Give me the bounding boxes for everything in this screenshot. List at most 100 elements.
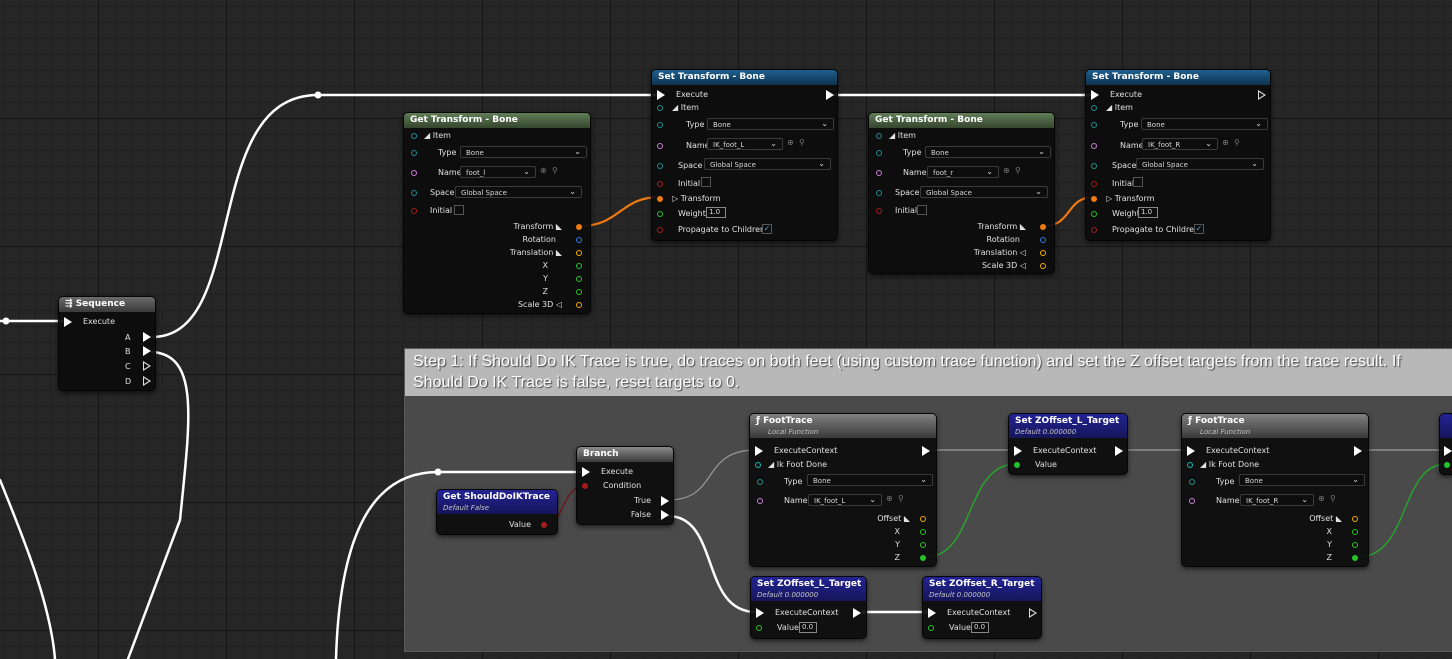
weight-input[interactable]: 1.0	[1138, 207, 1158, 218]
value-input-pin[interactable]	[756, 625, 762, 631]
node-title[interactable]: Set Transform - Bone	[652, 70, 837, 85]
type-dropdown[interactable]: Bone ⌄	[707, 118, 834, 130]
transform-output-pin[interactable]	[1040, 224, 1046, 230]
sequence-node[interactable]: ⇶ Sequence Execute A B C D	[58, 296, 156, 391]
item-pin[interactable]	[411, 133, 417, 139]
foot-trace-left-node[interactable]: ƒ FootTrace Local Function ExecuteContext…	[749, 413, 937, 567]
initial-checkbox[interactable]	[454, 205, 464, 215]
name-dropdown[interactable]: IK_foot_R ⌄	[1142, 138, 1218, 150]
node-header[interactable]: Set ZOffset_L_Target Default 0.000000	[751, 577, 866, 601]
value-input[interactable]: 0.0	[971, 622, 989, 633]
type-pin[interactable]	[757, 479, 763, 485]
exec-output-d-pin[interactable]	[143, 376, 151, 386]
exec-output-pin[interactable]	[1354, 446, 1362, 456]
z-pin[interactable]	[576, 289, 582, 295]
set-zoffset-r-target-bottom-node[interactable]: Set ZOffset_R_Target Default 0.000000 Exe…	[922, 576, 1042, 639]
weight-pin[interactable]	[1091, 211, 1097, 217]
exec-output-a-pin[interactable]	[143, 332, 151, 342]
browse-icon[interactable]: ⊕	[540, 166, 547, 175]
search-icon[interactable]: ⚲	[799, 138, 805, 147]
initial-pin[interactable]	[411, 208, 417, 214]
offset-pin[interactable]	[1352, 516, 1358, 522]
space-dropdown[interactable]: Global Space ⌄	[704, 158, 831, 170]
value-input-pin[interactable]	[928, 625, 934, 631]
exec-input-pin[interactable]	[928, 608, 936, 618]
space-pin[interactable]	[411, 190, 417, 196]
scale-pin[interactable]	[576, 302, 582, 308]
get-should-do-ik-trace-node[interactable]: Get ShouldDoIKTrace Default False Value	[436, 489, 558, 535]
space-pin[interactable]	[876, 190, 882, 196]
transform-output-pin[interactable]	[576, 224, 582, 230]
y-pin[interactable]	[920, 542, 926, 548]
space-dropdown[interactable]: Global Space ⌄	[920, 186, 1048, 198]
condition-pin[interactable]	[582, 483, 588, 489]
exec-output-pin[interactable]	[853, 608, 861, 618]
name-dropdown[interactable]: foot_r ⌄	[927, 166, 999, 178]
node-header[interactable]: Set ZOffset_L_Target Default 0.000000	[1009, 414, 1127, 438]
set-zoffset-l-target-top-node[interactable]: Set ZOffset_L_Target Default 0.000000 Exe…	[1008, 413, 1128, 475]
weight-pin[interactable]	[657, 211, 663, 217]
type-pin[interactable]	[876, 150, 882, 156]
value-input-pin[interactable]	[1014, 462, 1020, 468]
node-header[interactable]: ƒ FootTrace Local Function	[1182, 414, 1368, 438]
type-dropdown[interactable]: Bone ⌄	[460, 146, 587, 158]
exec-output-b-pin[interactable]	[143, 346, 151, 356]
node-header[interactable]: Get ShouldDoIKTrace Default False	[437, 490, 557, 514]
set-transform-right-node[interactable]: Set Transform - Bone Execute ◢ Item Type…	[1085, 69, 1271, 241]
propagate-checkbox[interactable]: ✓	[762, 224, 772, 234]
node-header[interactable]: Set ZOffset_R_Target Default 0.000000	[923, 577, 1041, 601]
name-pin[interactable]	[657, 143, 663, 149]
name-dropdown[interactable]: IK_foot_L ⌄	[808, 494, 882, 506]
search-icon[interactable]: ⚲	[1234, 138, 1240, 147]
z-pin[interactable]	[1352, 555, 1358, 561]
name-pin[interactable]	[1091, 143, 1097, 149]
exec-output-pin[interactable]	[1029, 608, 1037, 618]
name-dropdown[interactable]: IK_foot_R ⌄	[1240, 494, 1314, 506]
exec-input-pin[interactable]	[1444, 446, 1452, 456]
exec-input-pin[interactable]	[657, 90, 665, 100]
y-pin[interactable]	[1352, 542, 1358, 548]
set-transform-left-node[interactable]: Set Transform - Bone Execute ◢ Item Type…	[651, 69, 838, 241]
browse-icon[interactable]: ⊕	[1222, 138, 1229, 147]
type-pin[interactable]	[411, 150, 417, 156]
scale-pin[interactable]	[1040, 263, 1046, 269]
foot-done-pin[interactable]	[755, 462, 761, 468]
get-transform-right-node[interactable]: Get Transform - Bone ◢ Item Type Bone ⌄ N…	[868, 112, 1055, 274]
value-input[interactable]: 0.0	[799, 622, 817, 633]
node-title[interactable]: Get Transform - Bone	[404, 113, 590, 128]
exec-input-pin[interactable]	[756, 608, 764, 618]
space-pin[interactable]	[657, 163, 663, 169]
browse-icon[interactable]: ⊕	[886, 494, 893, 503]
sequence-header[interactable]: ⇶ Sequence	[59, 297, 155, 312]
name-pin[interactable]	[876, 170, 882, 176]
initial-checkbox[interactable]	[1133, 177, 1143, 187]
node-header[interactable]	[1440, 414, 1452, 438]
item-pin[interactable]	[657, 105, 663, 111]
exec-input-pin[interactable]	[582, 467, 590, 477]
type-dropdown[interactable]: Bone ⌄	[807, 474, 933, 486]
rotation-pin[interactable]	[1040, 237, 1046, 243]
value-input-pin[interactable]	[1444, 462, 1450, 468]
comment-title[interactable]: Step 1: If Should Do IK Trace is true, d…	[405, 349, 1452, 396]
exec-input-pin[interactable]	[1014, 446, 1022, 456]
transform-input-pin[interactable]	[1091, 196, 1097, 202]
exec-false-pin[interactable]	[661, 510, 669, 520]
initial-pin[interactable]	[657, 181, 663, 187]
exec-output-pin[interactable]	[1258, 90, 1266, 100]
initial-checkbox[interactable]	[701, 177, 711, 187]
search-icon[interactable]: ⚲	[1330, 494, 1336, 503]
value-output-pin[interactable]	[541, 522, 547, 528]
exec-output-c-pin[interactable]	[143, 361, 151, 371]
node-title[interactable]: Branch	[577, 447, 673, 462]
initial-pin[interactable]	[1091, 181, 1097, 187]
search-icon[interactable]: ⚲	[552, 166, 558, 175]
item-pin[interactable]	[1091, 105, 1097, 111]
browse-icon[interactable]: ⊕	[787, 138, 794, 147]
exec-true-pin[interactable]	[661, 496, 669, 506]
type-dropdown[interactable]: Bone ⌄	[1239, 474, 1365, 486]
name-pin[interactable]	[1189, 498, 1195, 504]
foot-trace-right-node[interactable]: ƒ FootTrace Local Function ExecuteContext…	[1181, 413, 1369, 567]
exec-input-pin[interactable]	[755, 446, 763, 456]
node-title[interactable]: Get Transform - Bone	[869, 113, 1054, 128]
type-pin[interactable]	[657, 122, 663, 128]
